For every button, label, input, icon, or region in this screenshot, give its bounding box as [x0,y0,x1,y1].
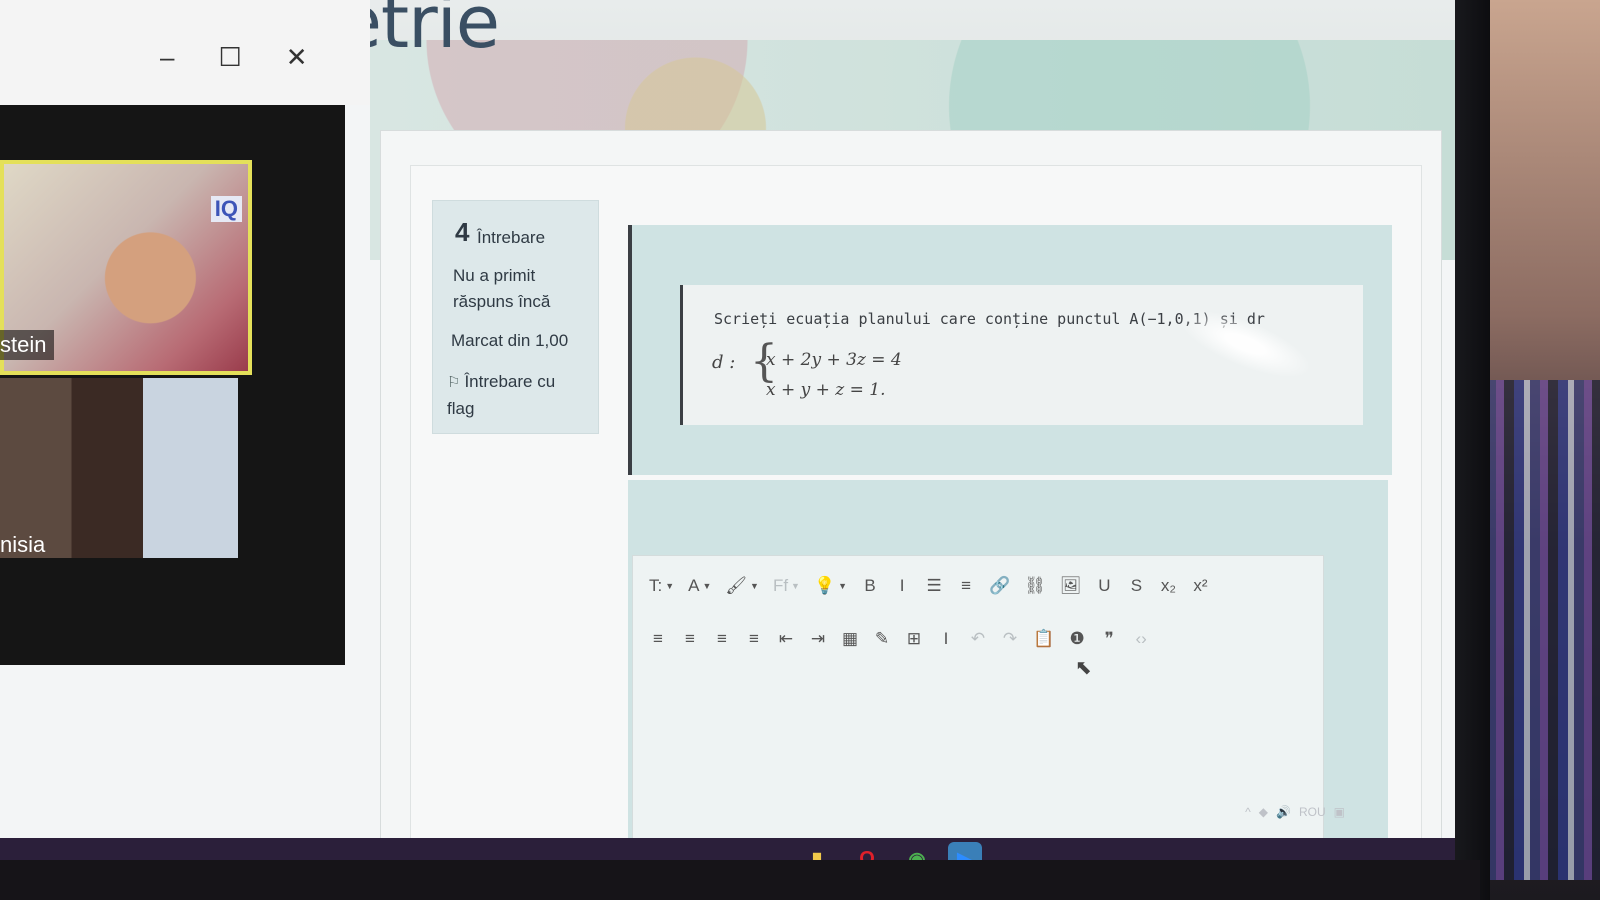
bold-icon-glyph: B [864,576,876,595]
styles-icon-glyph: 💡 [813,576,836,595]
bold-icon[interactable]: B [857,570,883,602]
italic-icon[interactable]: I [889,570,915,602]
editor-toolbar-row-2: ≡ ≡ ≡ ≡ ⇤ ⇥ ▦ ✎ ⊞ I ↶ ↷ 📋 ❶ ❞ ‹› [645,623,1154,655]
styles-icon[interactable]: 💡 ▼ [810,570,851,602]
subscript-icon[interactable]: x₂ [1155,570,1181,602]
indent-icon[interactable]: ⇥ [805,623,831,655]
link-icon[interactable]: 🔗 [985,570,1014,602]
volume-icon[interactable]: 🔊 [1276,805,1291,819]
flag-icon[interactable]: ⚐ [447,370,460,396]
align-center-icon[interactable]: ≡ [677,623,703,655]
underline-icon[interactable]: U [1091,570,1117,602]
accessibility-checker-icon-glyph: ❶ [1069,629,1085,648]
paste-icon[interactable]: 📋 [1029,623,1058,655]
chevron-down-icon: ▼ [791,581,800,591]
link-icon-glyph: 🔗 [989,576,1011,595]
unordered-list-icon[interactable]: ☰ [921,570,947,602]
question-number-label: Întrebare [477,228,546,247]
close-icon[interactable]: ✕ [286,42,308,73]
clear-formatting-icon[interactable]: I [933,623,959,655]
background-color-icon-glyph: 🖌 [725,576,748,595]
outdent-icon[interactable]: ⇤ [773,623,799,655]
paragraph-style-icon-glyph: T: [649,576,663,595]
video-call-window: – ☐ ✕ IQ stein nisia [0,0,370,665]
ordered-list-icon[interactable]: ≡ [953,570,979,602]
superscript-icon-glyph: x² [1193,576,1208,595]
superscript-icon[interactable]: x² [1187,570,1213,602]
strikethrough-icon-glyph: S [1130,576,1143,595]
paste-icon-glyph: 📋 [1033,629,1055,648]
accessibility-checker-icon[interactable]: ❶ [1064,623,1090,655]
redo-icon[interactable]: ↷ [997,623,1023,655]
screen-reader-icon-glyph: ❞ [1104,629,1114,648]
clear-formatting-icon-glyph: I [943,629,949,648]
chevron-up-icon[interactable]: ^ [1245,805,1251,819]
equation-icon-glyph: ▦ [841,629,859,648]
ordered-list-icon-glyph: ≡ [961,576,972,595]
align-left-icon-glyph: ≡ [653,629,663,648]
align-justify-icon-glyph: ≡ [749,629,759,648]
equation-icon[interactable]: ▦ [837,623,863,655]
background-color-icon[interactable]: 🖌 ▼ [721,570,763,602]
unlink-icon[interactable]: ⛓ [1020,570,1050,602]
paragraph-style-icon[interactable]: T: ▼ [645,570,678,602]
unordered-list-icon-glyph: ☰ [926,576,942,595]
image-icon-glyph: 🖼 [1059,576,1082,595]
participant-1-logo: IQ [210,196,242,222]
chevron-down-icon: ▼ [838,581,848,591]
indent-icon-glyph: ⇥ [810,629,826,648]
undo-icon-glyph: ↶ [970,629,986,648]
font-family-icon[interactable]: Ff ▼ [769,570,804,602]
equation-2: x + y + z = 1. [766,380,886,400]
question-mark: Marcat din 1,00 [451,331,569,350]
chevron-down-icon: ▼ [665,581,675,591]
undo-icon[interactable]: ↶ [965,623,991,655]
equation-1: x + 2y + 3z = 4 [766,350,902,370]
outdent-icon-glyph: ⇤ [778,629,794,648]
participant-1-name: stein [0,330,55,360]
align-left-icon[interactable]: ≡ [645,623,671,655]
html-icon-glyph: ‹› [1135,629,1147,648]
language-indicator[interactable]: ROU [1299,805,1326,819]
screen-reader-icon[interactable]: ❞ [1096,623,1122,655]
call-window-controls: – ☐ ✕ [160,42,308,73]
unlink-icon-glyph: ⛓ [1024,576,1046,595]
font-color-icon[interactable]: A ▼ [684,570,715,602]
system-tray[interactable]: ^ ◆ 🔊 ROU ▣ [1245,805,1345,819]
strikethrough-icon[interactable]: S [1123,570,1149,602]
question-number: 4 [455,217,470,247]
mouse-pointer-icon: ⬉ [1075,657,1092,679]
flag-question-label[interactable]: Întrebare cu flag [447,372,555,418]
participant-2-name: nisia [0,532,46,557]
minimize-icon[interactable]: – [160,42,174,73]
monitor-bottom-bezel [0,860,1480,900]
html-icon[interactable]: ‹› [1128,623,1154,655]
chevron-down-icon: ▼ [702,581,712,591]
table-icon[interactable]: ⊞ [901,623,927,655]
image-icon[interactable]: 🖼 [1056,570,1086,602]
table-icon-glyph: ⊞ [906,629,922,648]
maximize-icon[interactable]: ☐ [218,42,241,73]
italic-icon-glyph: I [899,576,905,595]
align-justify-icon[interactable]: ≡ [741,623,767,655]
edit-icon-glyph: ✎ [874,629,890,648]
font-color-icon-glyph: A [688,576,700,595]
edit-icon[interactable]: ✎ [869,623,895,655]
align-right-icon-glyph: ≡ [717,629,727,648]
font-family-icon-glyph: Ff [772,576,789,595]
network-icon[interactable]: ◆ [1259,805,1268,819]
chevron-down-icon: ▼ [750,581,759,591]
underline-icon-glyph: U [1098,576,1111,595]
question-state: Nu a primit răspuns încă [453,266,551,311]
editor-toolbar-row-1: T: ▼ A ▼ 🖌 ▼ Ff ▼ 💡 ▼ B I ☰ ≡ 🔗 ⛓ 🖼 U Sx₂ x² [645,570,1213,602]
subscript-icon-glyph: x₂ [1160,576,1176,595]
redo-icon-glyph: ↷ [1002,629,1018,648]
notifications-icon[interactable]: ▣ [1334,805,1345,819]
flag-question-link[interactable]: ⚐ Întrebare cu flag [447,369,587,422]
align-center-icon-glyph: ≡ [685,629,695,648]
question-info: 4 Întrebare Nu a primit răspuns încă Mar… [432,200,599,434]
align-right-icon[interactable]: ≡ [709,623,735,655]
line-label: d : [712,352,736,373]
